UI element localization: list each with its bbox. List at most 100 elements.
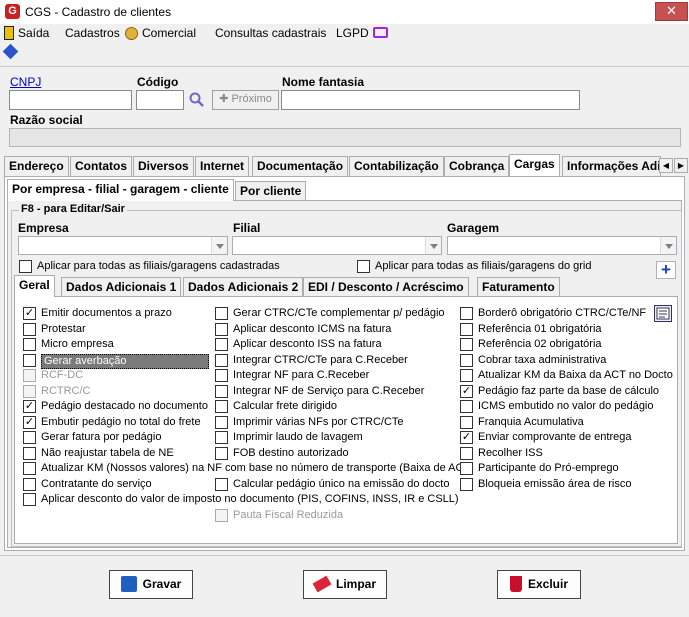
checkbox-box[interactable]: [23, 478, 36, 491]
checkbox-col1-9[interactable]: Não reajustar tabela de NE: [23, 447, 174, 462]
tab-dados-adicionais-1[interactable]: Dados Adicionais 1: [61, 277, 182, 297]
checkbox-box[interactable]: [215, 416, 228, 429]
checkbox-box[interactable]: [23, 354, 36, 367]
checkbox-box[interactable]: [23, 462, 36, 475]
tab-contabilizacao[interactable]: Contabilização: [349, 156, 444, 176]
checkbox-box[interactable]: [19, 260, 32, 273]
checkbox-box[interactable]: [215, 431, 228, 444]
checkbox-box[interactable]: [215, 385, 228, 398]
tab-internet[interactable]: Internet: [195, 156, 250, 176]
checkbox-col1-3[interactable]: Gerar averbação: [23, 354, 209, 369]
checkbox-box[interactable]: [215, 323, 228, 336]
checkbox-col1-10[interactable]: Atualizar KM (Nossos valores) na NF com …: [23, 462, 474, 477]
delete-button[interactable]: Excluir: [497, 570, 581, 599]
checkbox-col3-11[interactable]: Bloqueia emissão área de risco: [460, 478, 631, 493]
checkbox-col3-10[interactable]: Participante do Pró-emprego: [460, 462, 619, 477]
checkbox-col2-8[interactable]: Imprimir laudo de lavagem: [215, 431, 363, 446]
chevron-down-icon[interactable]: [660, 237, 676, 254]
save-button[interactable]: Gravar: [109, 570, 193, 599]
checkmark-icon[interactable]: ✓: [23, 400, 36, 413]
empresa-combo[interactable]: [18, 236, 228, 255]
checkbox-box[interactable]: [23, 323, 36, 336]
checkbox-col1-7[interactable]: ✓ Embutir pedágio no total do frete: [23, 416, 201, 431]
checkbox-box[interactable]: [215, 478, 228, 491]
tab-dados-adicionais-2[interactable]: Dados Adicionais 2: [183, 277, 304, 297]
checkbox-col3-8[interactable]: ✓ Enviar comprovante de entrega: [460, 431, 631, 446]
checkmark-icon[interactable]: ✓: [460, 431, 473, 444]
clear-button[interactable]: Limpar: [303, 570, 387, 599]
search-icon[interactable]: [189, 92, 205, 108]
checkbox-col3-5[interactable]: ✓ Pedágio faz parte da base de cálculo: [460, 385, 659, 400]
checkbox-col3-6[interactable]: ICMS embutido no valor do pedágio: [460, 400, 654, 415]
checkbox-col2-1[interactable]: Aplicar desconto ICMS na fatura: [215, 323, 391, 338]
checkbox-col2-4[interactable]: Integrar NF para C.Receber: [215, 369, 369, 384]
checkbox-col1-1[interactable]: Protestar: [23, 323, 86, 338]
close-button[interactable]: ✕: [655, 2, 688, 21]
checkbox-col2-10[interactable]: Calcular pedágio único na emissão do doc…: [215, 478, 449, 493]
chevron-down-icon[interactable]: [211, 237, 227, 254]
tab-scroll-right-icon[interactable]: ▶: [674, 158, 688, 173]
codigo-input[interactable]: [136, 90, 184, 110]
monitor-icon[interactable]: [373, 27, 388, 38]
subtab-por-cliente[interactable]: Por cliente: [235, 181, 307, 201]
tab-cargas[interactable]: Cargas: [509, 154, 560, 176]
checkbox-col3-2[interactable]: Referência 02 obrigatória: [460, 338, 602, 353]
checkbox-col2-7[interactable]: Imprimir várias NFs por CTRC/CTe: [215, 416, 404, 431]
checkbox-col3-9[interactable]: Recolher ISS: [460, 447, 543, 462]
checkbox-col3-3[interactable]: Cobrar taxa administrativa: [460, 354, 606, 369]
checkbox-col2-0[interactable]: Gerar CTRC/CTe complementar p/ pedágio: [215, 307, 445, 322]
checkbox-col1-11[interactable]: Contratante do serviço: [23, 478, 152, 493]
tab-scroll-left-icon[interactable]: ◀: [659, 158, 673, 173]
checkbox-col3-0[interactable]: Borderô obrigatório CTRC/CTe/NF: [460, 307, 646, 322]
checkbox-col2-9[interactable]: FOB destino autorizado: [215, 447, 349, 462]
add-plus-button[interactable]: +: [656, 261, 676, 279]
checkbox-box[interactable]: [460, 323, 473, 336]
checkbox-box[interactable]: [460, 338, 473, 351]
subtab-por-empresa[interactable]: Por empresa - filial - garagem - cliente: [7, 179, 234, 201]
menu-saida[interactable]: Saída: [18, 26, 49, 40]
tab-endereco[interactable]: Endereço: [4, 156, 69, 176]
checkbox-box[interactable]: [460, 462, 473, 475]
checkbox-box[interactable]: [23, 493, 36, 506]
checkmark-icon[interactable]: ✓: [23, 416, 36, 429]
cnpj-input[interactable]: [9, 90, 132, 110]
checkbox-col3-7[interactable]: Franquia Acumulativa: [460, 416, 584, 431]
checkbox-col2-5[interactable]: Integrar NF de Serviço para C.Receber: [215, 385, 424, 400]
checkbox-box[interactable]: [460, 369, 473, 382]
checkbox-col1-2[interactable]: Micro empresa: [23, 338, 114, 353]
tab-edi-desconto[interactable]: EDI / Desconto / Acréscimo: [303, 277, 469, 297]
apply-all-checkbox[interactable]: Aplicar para todas as filiais/garagens c…: [19, 260, 280, 275]
garagem-combo[interactable]: [447, 236, 677, 255]
checkbox-box[interactable]: [23, 431, 36, 444]
tab-cobranca[interactable]: Cobrança: [444, 156, 510, 176]
proximo-button[interactable]: ✚ Próximo: [212, 90, 279, 110]
cnpj-label[interactable]: CNPJ: [10, 75, 41, 89]
checkbox-box[interactable]: [215, 447, 228, 460]
checkbox-col2-2[interactable]: Aplicar desconto ISS na fatura: [215, 338, 382, 353]
tab-geral[interactable]: Geral: [14, 275, 55, 297]
tab-documentacao[interactable]: Documentação: [252, 156, 349, 176]
checkmark-icon[interactable]: ✓: [460, 385, 473, 398]
apply-grid-checkbox[interactable]: Aplicar para todas as filiais/garagens d…: [357, 260, 591, 275]
checkbox-col1-12[interactable]: Aplicar desconto do valor de imposto no …: [23, 493, 459, 508]
checkbox-box[interactable]: [460, 416, 473, 429]
tab-informacoes-adicionais[interactable]: Informações Adi: [562, 156, 661, 176]
tab-faturamento[interactable]: Faturamento: [477, 277, 560, 297]
checkbox-col3-4[interactable]: Atualizar KM da Baixa da ACT no Docto: [460, 369, 673, 384]
bordero-config-icon[interactable]: [654, 305, 672, 322]
checkbox-box[interactable]: [460, 307, 473, 320]
menu-consultas-cadastrais[interactable]: Consultas cadastrais: [215, 26, 326, 40]
checkbox-box[interactable]: [215, 354, 228, 367]
checkbox-box[interactable]: [23, 338, 36, 351]
checkbox-col2-6[interactable]: Calcular frete dirigido: [215, 400, 337, 415]
tab-diversos[interactable]: Diversos: [133, 156, 194, 176]
tab-contatos[interactable]: Contatos: [70, 156, 132, 176]
checkbox-col1-0[interactable]: ✓ Emitir documentos a prazo: [23, 307, 172, 322]
nome-fantasia-input[interactable]: [281, 90, 580, 110]
checkbox-box[interactable]: [23, 447, 36, 460]
checkbox-col3-1[interactable]: Referência 01 obrigatória: [460, 323, 602, 338]
menu-lgpd[interactable]: LGPD: [336, 26, 369, 40]
checkbox-box[interactable]: [215, 307, 228, 320]
checkbox-box[interactable]: [460, 354, 473, 367]
toolbar-diamond-icon[interactable]: [2, 43, 19, 60]
